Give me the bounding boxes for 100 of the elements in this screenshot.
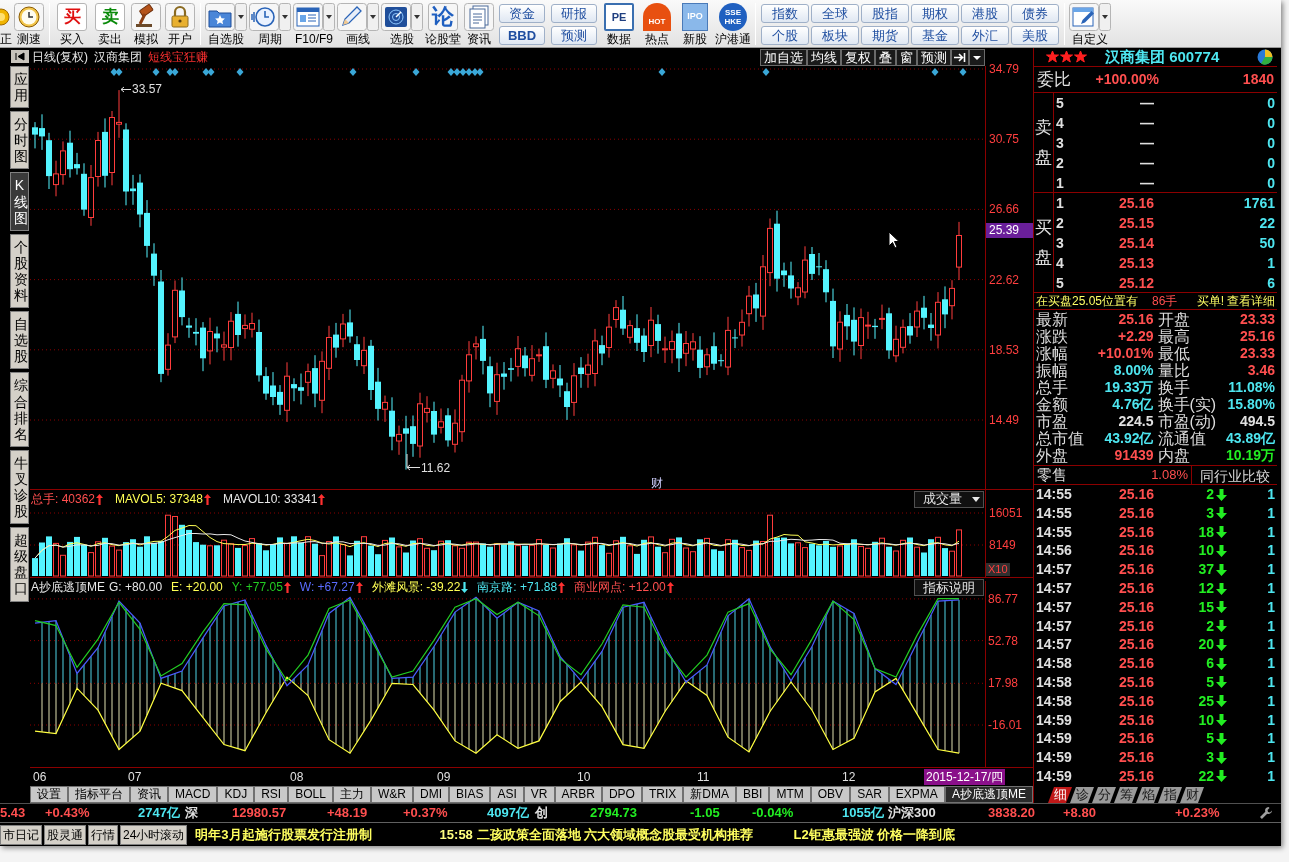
trade-price: 25.16 (1117, 729, 1154, 749)
stat-label: 量比 (1157, 362, 1190, 379)
market-button[interactable]: 债券 (1011, 4, 1059, 23)
chart-button[interactable]: 预测 (917, 49, 951, 66)
market-button[interactable]: 股指 (861, 4, 909, 23)
toolbar-button[interactable]: HOT 热点 (638, 3, 676, 46)
indicator-tab[interactable]: DMI (413, 786, 450, 803)
market-button[interactable]: 外汇 (961, 26, 1009, 45)
indicator-tab[interactable]: ASI (490, 786, 524, 803)
toolbar-button[interactable]: 画线 (336, 3, 380, 46)
market-button[interactable]: 港股 (961, 4, 1009, 23)
toolbar-button[interactable]: BBD (499, 26, 545, 45)
indicator-tab[interactable]: VR (523, 786, 555, 803)
indicator-tab[interactable]: BIAS (449, 786, 491, 803)
indicator-dropdown[interactable]: 成交量 (914, 490, 984, 508)
indicator-tab[interactable]: A抄底逃顶ME (944, 786, 1033, 803)
toolbar-button[interactable]: 资金 (499, 4, 545, 23)
book-level: 4 (1056, 253, 1065, 273)
news-tab[interactable]: 市日记 (0, 824, 42, 845)
news-tab[interactable]: 行情 (88, 824, 118, 845)
panel-tab[interactable]: 诊 (1070, 787, 1094, 803)
side-tab[interactable]: 牛叉诊股 (10, 449, 29, 525)
indicator-tab[interactable]: RSI (254, 786, 289, 803)
toolbar-button[interactable]: 正 (0, 3, 12, 46)
news-tab[interactable]: 股灵通 (44, 824, 86, 845)
panel-tab[interactable]: 分 (1092, 787, 1116, 803)
indicator-tab[interactable]: MTM (769, 786, 811, 803)
indicator-tab[interactable]: SAR (850, 786, 889, 803)
toolbar-button[interactable]: PE 数据 (600, 3, 638, 46)
indicator-name: A抄底逃顶ME (31, 579, 105, 596)
dropdown-icon[interactable] (969, 49, 985, 66)
indicator-tab[interactable]: 新DMA (683, 786, 736, 803)
indicator-tab[interactable]: W&R (370, 786, 413, 803)
exit-arrow-icon[interactable] (951, 49, 969, 66)
indicator-tab[interactable]: ARBR (554, 786, 602, 803)
side-tab[interactable]: 个股资料 (10, 233, 29, 309)
toolbar-button[interactable]: 卖 卖出 (91, 3, 129, 46)
market-button[interactable]: 指数 (761, 4, 809, 23)
pointer-arrow-icon (120, 86, 131, 93)
pie-ball-icon[interactable] (1257, 49, 1273, 65)
indicator-tab[interactable]: TRIX (641, 786, 684, 803)
news-headline[interactable]: L2钜惠最强波 价格一降到底 (793, 824, 956, 845)
chart-button[interactable]: 均线 (807, 49, 841, 66)
toolbar-button[interactable]: 研报 (551, 4, 597, 23)
details-link[interactable]: 查看详细 (1227, 292, 1275, 310)
toolbar-button[interactable]: 选股 (380, 3, 424, 46)
market-button[interactable]: 全球 (811, 4, 859, 23)
toolbar-button[interactable]: 开户 (163, 3, 197, 46)
panel-tab[interactable]: 细 (1048, 787, 1072, 803)
market-button[interactable]: 板块 (811, 26, 859, 45)
indicator-tab[interactable]: BOLL (288, 786, 333, 803)
side-tab[interactable]: 超级盘口 (10, 527, 29, 602)
toolbar-button[interactable]: IPO 新股 (676, 3, 714, 46)
industry-compare-button[interactable]: 同行业比较 (1192, 466, 1277, 484)
toolbar-button[interactable]: 周期 (248, 3, 292, 46)
toolbar-button[interactable]: 模拟 (129, 3, 163, 46)
indicator-tab[interactable]: 设置 (30, 786, 69, 803)
toolbar-button[interactable]: 自定义 (1068, 3, 1112, 46)
chart-button[interactable]: 复权 (841, 49, 875, 66)
panel-tab[interactable]: 筹 (1114, 787, 1138, 803)
indicator-tab[interactable]: 指标平台 (68, 786, 131, 803)
panel-tab[interactable]: 财 (1180, 787, 1204, 803)
indicator-tab[interactable]: EXPMA (888, 786, 945, 803)
indicator-tab[interactable]: 主力 (332, 786, 371, 803)
stat-value: 19.33万 (1104, 378, 1154, 397)
market-button[interactable]: 基金 (911, 26, 959, 45)
panel-tab[interactable]: 焰 (1136, 787, 1160, 803)
chart-button[interactable]: 窗 (896, 49, 917, 66)
chart-button[interactable]: 叠 (875, 49, 896, 66)
toolbar-button[interactable]: 买 买入 (53, 3, 91, 46)
market-button[interactable]: 美股 (1011, 26, 1059, 45)
toolbar-button[interactable]: SSE HKE 沪港通 (714, 3, 752, 46)
indicator-tab[interactable]: DPO (601, 786, 642, 803)
chart-button[interactable]: 加自选 (760, 49, 807, 66)
toolbar-button[interactable]: 测速 (12, 3, 46, 46)
toolbar-button[interactable]: F10/F9 (292, 3, 336, 46)
wrench-icon[interactable] (1259, 806, 1273, 820)
indicator-tab[interactable]: BBI (736, 786, 770, 803)
indicator-help-button[interactable]: 指标说明 (914, 578, 984, 596)
skip-to-start-icon[interactable] (11, 50, 29, 63)
toolbar-button[interactable]: 资讯 (462, 3, 496, 46)
indicator-tab[interactable]: MACD (168, 786, 218, 803)
side-tab[interactable]: 自选股 (10, 311, 29, 370)
side-tab[interactable]: 综合排名 (10, 372, 29, 447)
market-button[interactable]: 期权 (911, 4, 959, 23)
market-button[interactable]: 个股 (761, 26, 809, 45)
indicator-tab[interactable]: 资讯 (130, 786, 169, 803)
side-tab[interactable]: K线图 (10, 172, 29, 231)
news-headline[interactable]: 明年3月起施行股票发行注册制 (195, 824, 372, 845)
toolbar-button[interactable]: 自选股 (204, 3, 248, 46)
side-tab[interactable]: 分时图 (10, 111, 29, 170)
side-tab[interactable]: 应用 (10, 66, 29, 109)
toolbar-button[interactable]: 论 论股堂 (424, 3, 462, 46)
toolbar-button[interactable]: 预测 (551, 26, 597, 45)
news-headline[interactable]: 二孩政策全面落地 六大领域概念股最受机构推荐 (476, 824, 754, 845)
market-button[interactable]: 期货 (861, 26, 909, 45)
indicator-tab[interactable]: OBV (810, 786, 851, 803)
news-tab[interactable]: 24小时滚动 (120, 824, 188, 845)
indicator-tab[interactable]: KDJ (217, 786, 255, 803)
panel-tab[interactable]: 指 (1158, 787, 1182, 803)
